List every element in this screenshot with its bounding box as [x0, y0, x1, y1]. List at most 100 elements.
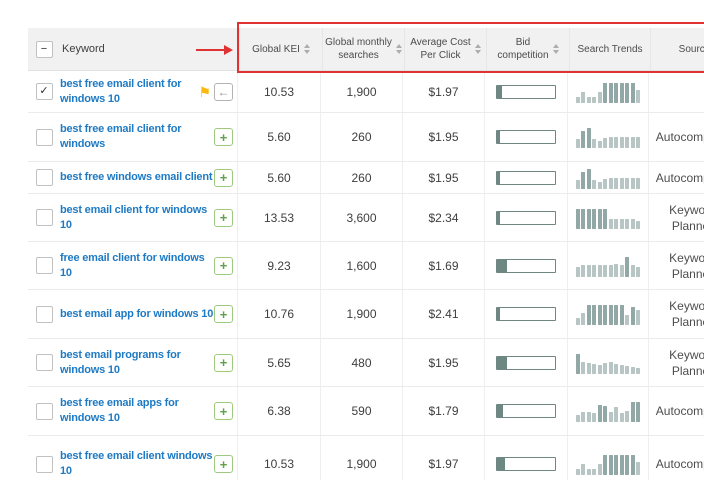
bid-competition-fill [497, 458, 505, 470]
keyword-research-table-screen: − Keyword Global KEI Global monthly sear… [0, 0, 704, 480]
bid-competition-bar [496, 211, 556, 225]
trend-bar [636, 310, 640, 325]
row-checkbox[interactable] [36, 169, 53, 186]
bid-competition-cell [484, 436, 567, 480]
keyword-actions: + [214, 354, 233, 372]
add-keyword-button[interactable]: + [214, 402, 233, 420]
trend-bar [625, 257, 629, 277]
bid-competition-cell [484, 339, 567, 386]
row-checkbox[interactable] [36, 403, 53, 420]
add-keyword-button[interactable]: + [214, 455, 233, 473]
header-cell-source[interactable]: Source [650, 28, 704, 70]
trend-bar [587, 469, 591, 475]
source-cell: Keyword Planner [648, 194, 704, 241]
header-cell-average-cpc[interactable]: Average Cost Per Click [404, 28, 486, 70]
trend-bar [603, 455, 607, 475]
header-cell-keyword[interactable]: Keyword [60, 28, 239, 70]
trend-bar [592, 469, 596, 475]
trend-bar [603, 179, 607, 189]
trend-bar [587, 412, 591, 422]
row-checkbox[interactable] [36, 129, 53, 146]
cpc-value: $1.95 [402, 113, 484, 161]
header-cell-bid-competition[interactable]: Bid competition [486, 28, 569, 70]
header-cell-search-trends[interactable]: Search Trends [569, 28, 650, 70]
keyword-cell: free email client for windows 10 + [60, 242, 237, 289]
keyword-link[interactable]: best free email client for windows 10 [60, 77, 181, 107]
trend-bar [609, 178, 613, 189]
row-checkbox[interactable] [36, 257, 53, 274]
trend-bar [598, 141, 602, 148]
keyword-column-label: Keyword [62, 43, 105, 56]
trend-bar [620, 265, 624, 277]
sort-icon[interactable] [396, 44, 402, 54]
keyword-cell: best free email client for windows 10⚑← [60, 71, 237, 112]
bid-competition-fill [497, 308, 500, 320]
source-cell: Autocomplete [648, 387, 704, 435]
row-checkbox[interactable]: ✓ [36, 83, 53, 100]
global-kei-value: 13.53 [237, 194, 320, 241]
monthly-searches-value: 260 [320, 162, 402, 193]
bid-competition-cell [484, 71, 567, 112]
search-trends-cell [567, 113, 648, 161]
header-cell-global-monthly-searches[interactable]: Global monthly searches [322, 28, 404, 70]
trend-bar [614, 178, 618, 189]
trend-bar [609, 412, 613, 422]
trend-bar [592, 265, 596, 277]
trend-bar [598, 365, 602, 374]
sort-icon[interactable] [553, 44, 559, 54]
keyword-link[interactable]: best free email client for windows [60, 122, 181, 152]
keyword-link[interactable]: best email app for windows 10 [60, 307, 213, 322]
column-label: Global monthly searches [325, 36, 392, 62]
select-all-checkbox[interactable]: − [36, 41, 53, 58]
add-keyword-button[interactable]: + [214, 257, 233, 275]
trend-bar [587, 169, 591, 189]
keyword-actions: + [214, 305, 233, 323]
add-keyword-button[interactable]: + [214, 169, 233, 187]
trend-bar [614, 455, 618, 475]
trend-bar [620, 365, 624, 374]
keyword-cell: best free email client windows 10+ [60, 436, 237, 480]
add-keyword-button[interactable]: + [214, 354, 233, 372]
column-label: Source [679, 43, 704, 56]
keyword-cell: best email client for windows 10 + [60, 194, 237, 241]
add-keyword-button[interactable]: + [214, 128, 233, 146]
keyword-link[interactable]: free email client for windows 10 [60, 251, 205, 281]
keyword-link[interactable]: best email client for windows 10 [60, 203, 207, 233]
keyword-link[interactable]: best free email apps for windows 10 [60, 396, 179, 426]
table-body: ✓ best free email client for windows 10⚑←… [28, 71, 704, 480]
keyword-link[interactable]: best free windows email client [60, 170, 212, 185]
sort-icon[interactable] [475, 44, 481, 54]
search-trends-cell [567, 242, 648, 289]
trend-mini-chart [576, 167, 641, 189]
row-checkbox[interactable] [36, 209, 53, 226]
trend-bar [636, 402, 640, 422]
row-checkbox[interactable] [36, 306, 53, 323]
keyword-link[interactable]: best free email client windows 10 [60, 449, 212, 479]
keyword-cell: best email app for windows 10+ [60, 290, 237, 338]
source-cell: Keyword Planner [648, 339, 704, 386]
added-to-list-button[interactable]: ← [214, 83, 233, 101]
trend-bar [620, 83, 624, 103]
bid-competition-fill [497, 172, 500, 184]
add-keyword-button[interactable]: + [214, 209, 233, 227]
keyword-cell: best free email apps for windows 10 + [60, 387, 237, 435]
bid-competition-cell [484, 290, 567, 338]
trend-mini-chart [576, 126, 641, 148]
bid-competition-bar [496, 307, 556, 321]
global-kei-value: 9.23 [237, 242, 320, 289]
keyword-link[interactable]: best email programs for windows 10 [60, 348, 181, 378]
row-checkbox[interactable] [36, 456, 53, 473]
trend-bar [581, 131, 585, 148]
sort-icon[interactable] [304, 44, 310, 54]
add-keyword-button[interactable]: + [214, 305, 233, 323]
trend-bar [620, 137, 624, 148]
cpc-value: $1.79 [402, 387, 484, 435]
row-checkbox[interactable] [36, 354, 53, 371]
trend-mini-chart [576, 400, 641, 422]
header-cell-global-kei[interactable]: Global KEI [239, 28, 322, 70]
trend-bar [614, 219, 618, 229]
table-row: best email app for windows 10+10.761,900… [28, 290, 704, 339]
trend-bar [631, 83, 635, 103]
monthly-searches-value: 590 [320, 387, 402, 435]
bid-competition-bar [496, 130, 556, 144]
